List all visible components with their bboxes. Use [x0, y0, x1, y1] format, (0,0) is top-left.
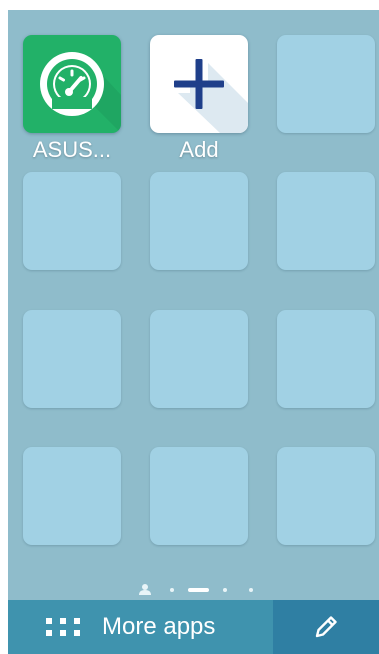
page-dot[interactable] — [223, 588, 227, 592]
app-label-asus: ASUS... — [32, 137, 112, 162]
more-apps-label: More apps — [102, 613, 216, 640]
empty-app-slot[interactable] — [150, 447, 248, 545]
empty-app-slot[interactable] — [23, 447, 121, 545]
more-apps-button[interactable]: More apps — [8, 600, 273, 654]
empty-app-slot[interactable] — [277, 172, 375, 270]
app-add[interactable]: Add — [150, 35, 248, 162]
pencil-icon — [315, 616, 337, 638]
empty-app-slot[interactable] — [150, 310, 248, 408]
page-dot[interactable] — [170, 588, 174, 592]
home-screen-grid: ASUS... Add — [8, 10, 379, 590]
speedometer-icon — [40, 52, 121, 133]
empty-app-slot[interactable] — [277, 447, 375, 545]
plus-icon — [174, 59, 248, 133]
page-indicator[interactable] — [8, 582, 379, 598]
bottom-bar: More apps — [8, 600, 379, 654]
edit-button[interactable] — [273, 600, 379, 654]
page-dot-active[interactable] — [188, 588, 209, 592]
empty-app-slot[interactable] — [23, 310, 121, 408]
empty-app-slot[interactable] — [150, 172, 248, 270]
empty-app-slot[interactable] — [23, 172, 121, 270]
grid-dots-icon — [46, 618, 80, 636]
empty-app-slot[interactable] — [277, 310, 375, 408]
app-asus-mobile-manager[interactable]: ASUS... — [23, 35, 121, 162]
empty-app-slot[interactable] — [277, 35, 375, 133]
asus-app-tile[interactable] — [23, 35, 121, 133]
add-app-tile[interactable] — [150, 35, 248, 133]
launcher-screen: ASUS... Add More apps — [8, 10, 379, 654]
app-label-add: Add — [179, 137, 219, 162]
person-icon — [139, 584, 151, 595]
page-dot[interactable] — [249, 588, 253, 592]
